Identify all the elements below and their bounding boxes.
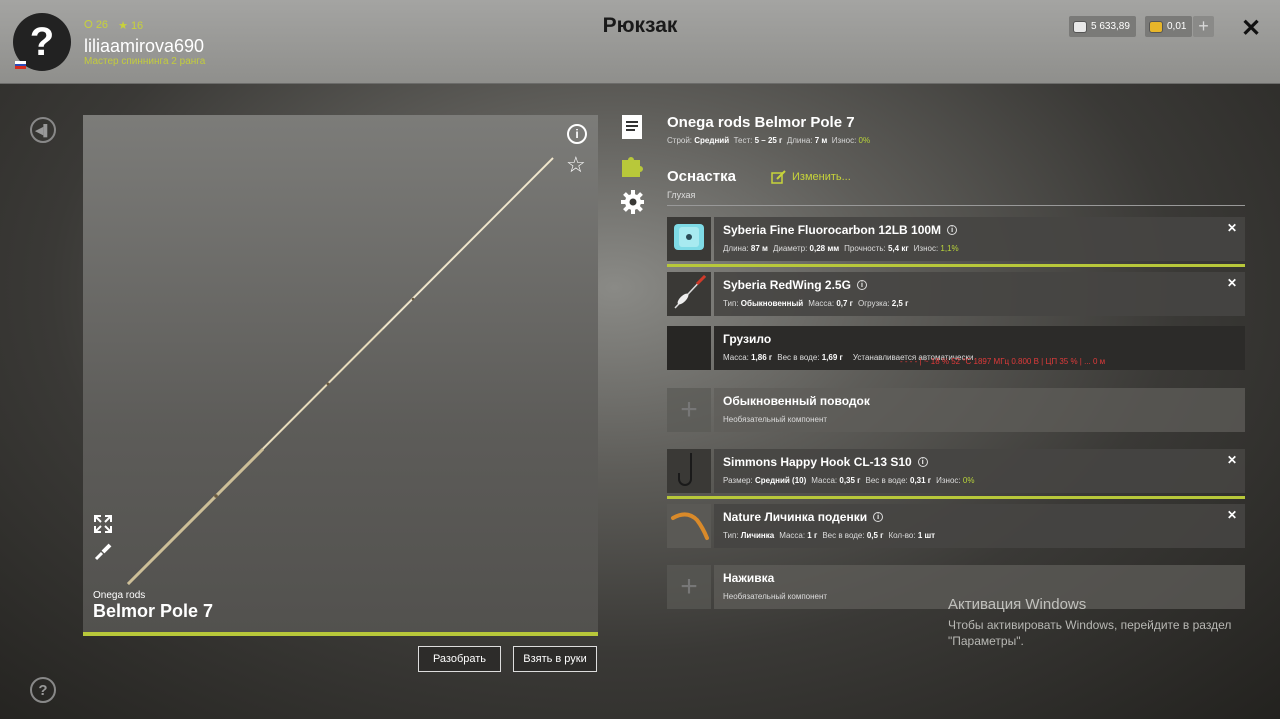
performance-overlay: - - - - | ~ 18 % 52 °C 1897 МГц 0.800 В … [900,357,1106,366]
russia-flag-icon [15,61,26,69]
slot-properties: Тип: Личинка Масса: 1 г Вес в воде: 0,5 гК… [723,531,936,540]
float-thumbnail [667,272,711,316]
slot-name: Syberia RedWing 2.5G [723,278,851,292]
tackle-title: Оснастка [667,168,736,185]
selected-indicator [667,264,1245,267]
slot-name: Simmons Happy Hook CL-13 S10 [723,455,912,469]
add-currency-button[interactable]: + [1193,16,1214,37]
document-icon [622,115,642,139]
hook-thumbnail [667,449,711,493]
remove-icon[interactable]: ✕ [1227,221,1237,235]
silver-balance: 5 633,89 [1069,16,1136,37]
gold-value: 0,01 [1167,21,1187,32]
take-in-hands-button[interactable]: Взять в руки [513,646,597,672]
fishing-rod-image [126,157,554,586]
paint-brush-icon[interactable] [93,542,113,567]
slot-name: Грузило [723,332,772,346]
line-slot[interactable]: Syberia Fine Fluorocarbon 12LB 100M i Дли… [667,217,1245,261]
close-icon[interactable]: ✕ [1241,14,1261,43]
tackle-type: Глухая [667,190,696,200]
rod-brand: Onega rods [93,590,146,601]
divider [667,205,1245,206]
player-rank: Мастер спиннинга 2 ранга [84,56,206,67]
slot-note: Необязательный компонент [723,592,828,601]
back-icon[interactable]: ◀▌ [30,117,56,143]
info-icon[interactable]: i [567,124,587,144]
tab-description[interactable] [620,114,644,140]
info-icon[interactable]: i [856,280,867,290]
username: liliaamirova690 [84,36,205,56]
rod-preview [83,115,598,634]
add-icon[interactable]: + [667,565,711,609]
tab-settings[interactable] [620,189,644,215]
rod-properties: Строй: Средний Тест: 5 – 25 г Длина: 7 м… [667,136,871,145]
slot-name: Nature Личинка поденки [723,510,868,524]
disassemble-button[interactable]: Разобрать [418,646,501,672]
gear-icon [621,190,644,214]
info-icon[interactable]: i [947,225,958,235]
gold-balance: 0,01 [1145,16,1193,37]
float-slot[interactable]: Syberia RedWing 2.5G i Тип: Обыкновенный М… [667,272,1245,316]
info-icon[interactable]: i [873,512,884,522]
puzzle-icon [622,157,643,177]
favorite-star-icon[interactable]: ☆ [566,152,586,178]
remove-icon[interactable]: ✕ [1227,508,1237,522]
slot-properties: Размер: Средний (10) Масса: 0,35 г Вес в в… [723,476,975,485]
slot-name: Syberia Fine Fluorocarbon 12LB 100M [723,223,942,237]
larva-thumbnail [667,504,711,548]
selected-indicator [667,496,1245,499]
add-icon[interactable]: + [667,388,711,432]
windows-activation-title: Активация Windows [948,596,1087,613]
leader-slot[interactable]: + Обыкновенный поводок Необязательный ко… [667,388,1245,432]
slot-properties: Длина: 87 м Диаметр: 0,28 мм Прочность: 5,… [723,244,959,253]
remove-icon[interactable]: ✕ [1227,453,1237,467]
slot-name: Обыкновенный поводок [723,394,870,408]
slot-note: Необязательный компонент [723,415,828,424]
silver-value: 5 633,89 [1091,21,1130,32]
tab-tackle[interactable] [620,152,644,178]
info-icon[interactable]: i [917,457,928,467]
silver-coin-icon [1073,20,1087,33]
gold-coin-icon [1149,20,1163,33]
bait-slot[interactable]: Nature Личинка поденки i Тип: Личинка Масс… [667,504,1245,548]
line-thumbnail [667,217,711,261]
slot-name: Наживка [723,571,775,585]
edit-tackle-button[interactable]: Изменить... [771,170,851,184]
sinker-thumbnail [667,326,711,370]
help-icon[interactable]: ? [30,677,56,703]
expand-icon[interactable] [93,514,113,539]
slot-properties: Тип: Обыкновенный Масса: 0,7 г Огрузка: 2,… [723,299,909,308]
preview-accent-bar [83,632,598,636]
hook-slot[interactable]: Simmons Happy Hook CL-13 S10 i Размер: Ср… [667,449,1245,493]
remove-icon[interactable]: ✕ [1227,276,1237,290]
windows-activation-text: Чтобы активировать Windows, перейдите в … [948,618,1232,648]
edit-icon [771,170,786,184]
rod-title: Onega rods Belmor Pole 7 [667,114,855,131]
rod-model: Belmor Pole 7 [93,601,214,621]
